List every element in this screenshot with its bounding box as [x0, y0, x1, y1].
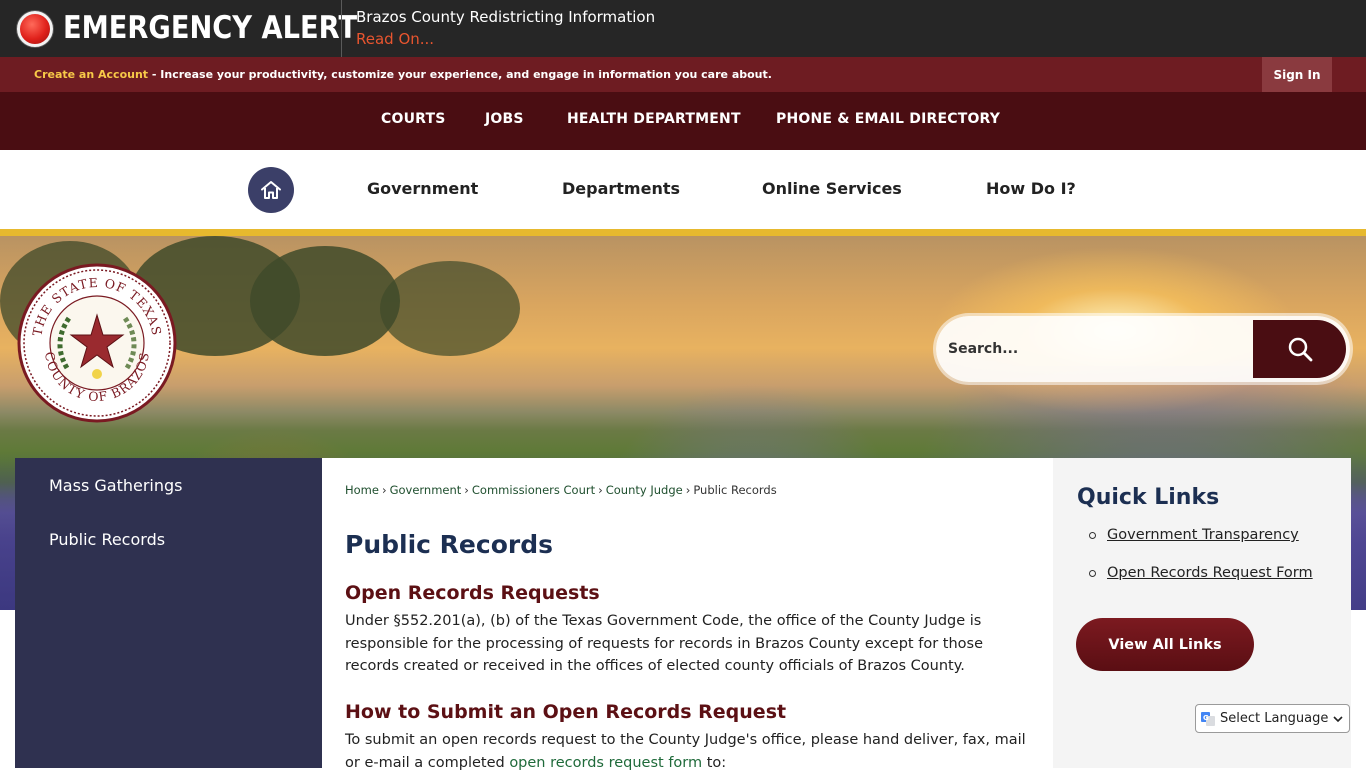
- search-button[interactable]: [1253, 320, 1346, 378]
- bullet-icon: [1089, 569, 1096, 577]
- main-nav: Government Departments Online Services H…: [0, 150, 1366, 229]
- breadcrumb-home[interactable]: Home: [345, 483, 379, 497]
- home-button[interactable]: [248, 167, 294, 213]
- sign-in-button[interactable]: Sign In: [1262, 57, 1332, 92]
- county-seal-logo[interactable]: THE STATE OF TEXAS COUNTY OF BRAZOS: [17, 263, 177, 423]
- breadcrumb-government[interactable]: Government: [390, 483, 462, 497]
- section-text-how-to-submit: To submit an open records request to the…: [345, 729, 1035, 774]
- hero-tree: [250, 246, 400, 356]
- breadcrumb-commissioners-court[interactable]: Commissioners Court: [472, 483, 595, 497]
- main-nav-government[interactable]: Government: [367, 179, 478, 198]
- breadcrumb-current: Public Records: [693, 483, 777, 497]
- main-content: Home › Government › Commissioners Court › Coun…: [322, 458, 1053, 771]
- top-nav-jobs[interactable]: JOBS: [485, 111, 524, 127]
- section-heading-how-to-submit: How to Submit an Open Records Request: [345, 701, 787, 723]
- section-text-open-records: Under §552.201(a), (b) of the Texas Gove…: [345, 613, 983, 674]
- breadcrumb-county-judge[interactable]: County Judge: [606, 483, 683, 497]
- breadcrumb: Home › Government › Commissioners Court › Coun…: [345, 483, 777, 497]
- breadcrumb-separator: ›: [381, 483, 387, 497]
- alert-divider: [341, 0, 342, 57]
- main-nav-how-do-i[interactable]: How Do I?: [986, 179, 1076, 198]
- sidebar-item-public-records[interactable]: Public Records: [49, 530, 165, 549]
- open-records-request-form-link[interactable]: open records request form: [509, 755, 702, 771]
- google-translate-icon: G: [1201, 711, 1215, 726]
- language-select-value: Select Language: [1220, 711, 1329, 726]
- hero-tree: [380, 261, 520, 356]
- quick-link-open-records-request-form[interactable]: Open Records Request Form: [1107, 565, 1313, 581]
- top-nav: COURTS JOBS HEALTH DEPARTMENT PHONE & EM…: [0, 92, 1366, 150]
- svg-text:G: G: [1203, 714, 1209, 722]
- quick-links-title: Quick Links: [1077, 485, 1220, 510]
- alert-read-on-link[interactable]: Read On...: [356, 30, 434, 48]
- chevron-down-icon: [1333, 716, 1343, 723]
- list-item: Government Transparency: [1089, 527, 1299, 543]
- language-select[interactable]: G Select Language: [1195, 704, 1350, 733]
- view-all-links-button[interactable]: View All Links: [1076, 618, 1254, 671]
- quick-link-government-transparency[interactable]: Government Transparency: [1107, 527, 1299, 543]
- alert-siren-icon: [17, 11, 53, 47]
- breadcrumb-separator: ›: [464, 483, 469, 497]
- bullet-icon: [1089, 531, 1096, 539]
- main-nav-departments[interactable]: Departments: [562, 179, 680, 198]
- top-nav-phone-email-directory[interactable]: PHONE & EMAIL DIRECTORY: [776, 111, 1000, 127]
- emergency-alert-bar: EMERGENCY ALERT Brazos County Redistrict…: [0, 0, 1366, 57]
- main-nav-online-services[interactable]: Online Services: [762, 179, 902, 198]
- home-icon: [261, 181, 281, 199]
- alert-title: EMERGENCY ALERT: [63, 10, 358, 46]
- account-promo-text: Create an Account - Increase your produc…: [34, 68, 772, 81]
- top-nav-health-department[interactable]: HEALTH DEPARTMENT: [567, 111, 741, 127]
- alert-headline-link[interactable]: Brazos County Redistricting Information: [356, 8, 655, 26]
- search-input[interactable]: [948, 330, 1238, 368]
- create-account-link[interactable]: Create an Account: [34, 68, 148, 81]
- list-item: Open Records Request Form: [1089, 565, 1313, 581]
- page-title: Public Records: [345, 530, 553, 559]
- top-nav-courts[interactable]: COURTS: [381, 111, 446, 127]
- sidebar-item-mass-gatherings[interactable]: Mass Gatherings: [49, 476, 182, 495]
- sidebar-nav: Mass Gatherings Public Records: [15, 458, 322, 768]
- breadcrumb-separator: ›: [685, 483, 691, 497]
- how-to-submit-text-end: to:: [702, 754, 727, 771]
- gold-stripe-divider: [0, 229, 1366, 236]
- section-heading-open-records: Open Records Requests: [345, 582, 600, 604]
- breadcrumb-separator: ›: [598, 483, 603, 497]
- account-bar: Create an Account - Increase your produc…: [0, 57, 1366, 92]
- search-icon: [1288, 337, 1312, 362]
- account-promo-description: - Increase your productivity, customize …: [148, 68, 772, 81]
